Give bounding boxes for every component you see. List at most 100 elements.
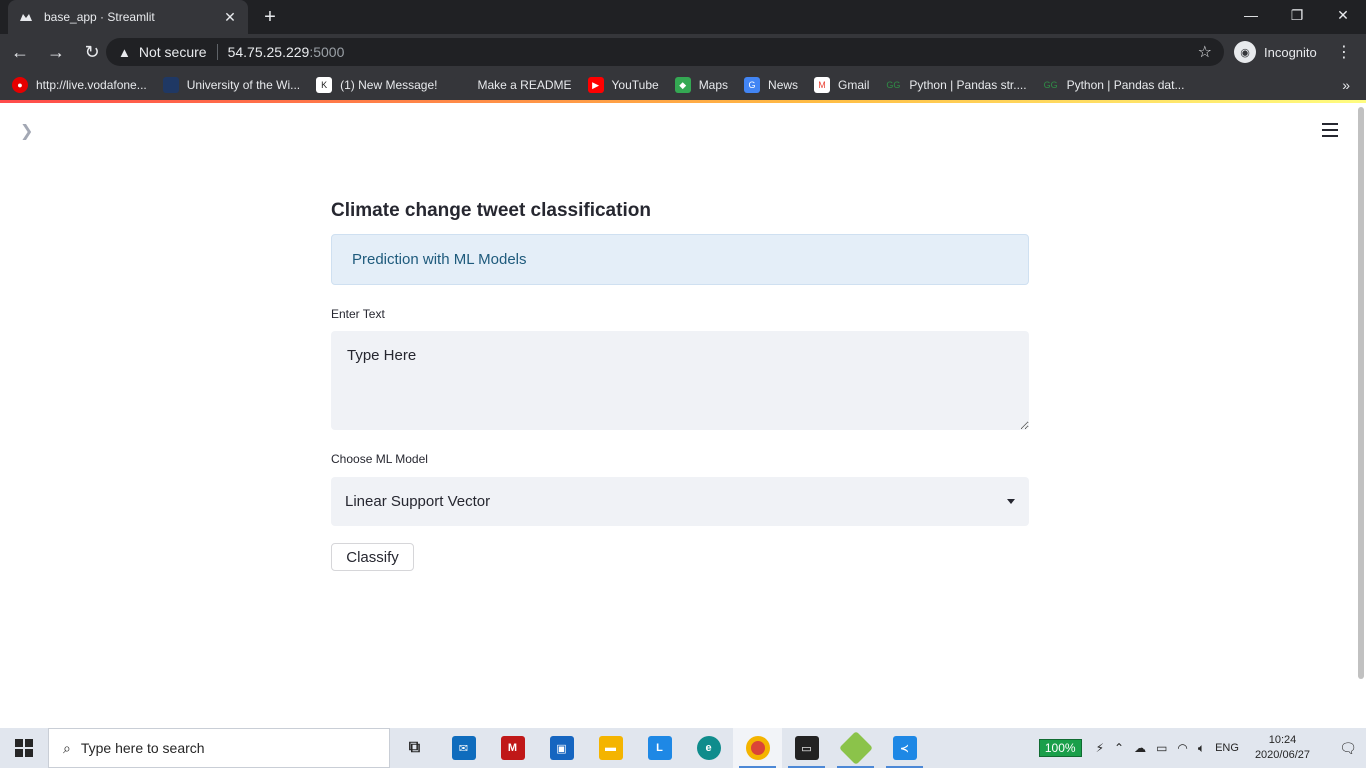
bookmark-label: http://live.vodafone... (36, 78, 147, 92)
file-explorer-icon[interactable]: ▬ (586, 728, 635, 768)
windows-taskbar: ⌕ Type here to search ⧉ ✉ M ▣ ▬ L e ▭ ≺ … (0, 728, 1366, 768)
url-host: 54.75.25.229 (227, 44, 310, 60)
clock[interactable]: 10:24 2020/06/27 (1255, 733, 1310, 763)
chevron-right-icon[interactable]: ❯ (20, 121, 33, 141)
search-icon: ⌕ (63, 739, 71, 756)
info-banner: Prediction with ML Models (331, 234, 1029, 285)
git-icon[interactable] (831, 728, 880, 768)
bookmark-label: Python | Pandas dat... (1066, 78, 1185, 92)
bookmark-item[interactable]: M Gmail (814, 77, 869, 93)
readme-icon (453, 77, 470, 93)
edge-icon[interactable]: e (684, 728, 733, 768)
model-select[interactable]: Linear Support Vector (331, 477, 1029, 526)
url-port: :5000 (309, 44, 345, 60)
task-view-icon[interactable]: ⧉ (390, 728, 439, 768)
classify-button[interactable]: Classify (331, 543, 414, 571)
incognito-indicator[interactable]: ◉ Incognito (1234, 39, 1317, 65)
model-select-value: Linear Support Vector (345, 493, 491, 510)
streamlit-icon (18, 9, 34, 25)
bookmark-star-icon[interactable]: ☆ (1198, 42, 1212, 62)
new-tab-button[interactable]: + (258, 5, 282, 29)
tab-close-icon[interactable]: ✕ (222, 9, 238, 26)
vodafone-icon: ● (12, 77, 28, 93)
taskbar-search-input[interactable]: ⌕ Type here to search (48, 728, 390, 768)
forward-arrow-icon[interactable]: → (40, 36, 72, 68)
bookmark-label: Make a README (477, 78, 572, 92)
bookmarks-bar: ● http://live.vodafone... University of t… (0, 70, 1366, 100)
caret-down-icon (1007, 499, 1015, 504)
restore-icon[interactable]: ❐ (1274, 0, 1320, 30)
window-close-icon[interactable]: ✕ (1320, 0, 1366, 30)
gfg-icon: GG (1043, 80, 1058, 90)
bookmark-item[interactable]: Make a README (453, 77, 572, 93)
incognito-label: Incognito (1264, 44, 1317, 60)
university-icon (162, 77, 179, 93)
battery-icon[interactable]: ▭ (1156, 741, 1167, 755)
mail-icon[interactable]: ✉ (439, 728, 488, 768)
bookmark-label: Gmail (838, 78, 870, 92)
browser-toolbar: ← → ↻ ▲ Not secure 54.75.25.229 :5000 ☆ … (0, 34, 1366, 70)
back-arrow-icon[interactable]: ← (4, 36, 36, 68)
terminal-icon[interactable]: ▭ (782, 728, 831, 768)
browser-tab[interactable]: base_app · Streamlit ✕ (8, 0, 248, 34)
volume-icon[interactable]: 🔈︎ (1198, 741, 1205, 756)
search-placeholder: Type here to search (80, 740, 205, 756)
l-app-icon[interactable]: L (635, 728, 684, 768)
mcafee-icon[interactable]: M (488, 728, 537, 768)
browser-titlebar: base_app · Streamlit ✕ + — ❐ ✕ (0, 0, 1366, 34)
window-controls: — ❐ ✕ (1228, 0, 1366, 34)
bookmark-label: University of the Wi... (186, 78, 301, 92)
youtube-icon: ▶ (587, 77, 604, 93)
divider (216, 44, 218, 60)
bookmark-item[interactable]: G News (744, 77, 798, 93)
text-input-label: Enter Text (331, 307, 385, 321)
chevron-up-icon[interactable]: ⌃ (1114, 741, 1124, 755)
bookmark-label: News (768, 78, 799, 92)
system-tray: 100% ⚡ ⌃ ☁ ▭ ◠ 🔈︎ ENG 10:24 2020/06/27 🗨… (1038, 728, 1366, 768)
notification-icon[interactable]: 🗨︎ (1330, 740, 1366, 757)
bookmark-item[interactable]: K (1) New Message! (316, 77, 438, 93)
wifi-icon[interactable]: ◠ (1177, 741, 1187, 755)
clock-date: 2020/06/27 (1254, 749, 1310, 761)
bookmark-item[interactable]: ● http://live.vodafone... (12, 77, 147, 93)
kebab-menu-icon[interactable]: ⋮ (1336, 42, 1352, 62)
scrollbar[interactable] (1358, 107, 1364, 679)
windows-start-icon[interactable] (0, 728, 48, 768)
store-icon[interactable]: ▣ (537, 728, 586, 768)
bookmark-item[interactable]: GG Python | Pandas dat... (1043, 77, 1185, 93)
warning-icon[interactable]: ▲ (118, 45, 131, 60)
bookmark-item[interactable]: ◆ Maps (674, 77, 729, 93)
text-input-area[interactable]: Type Here (331, 331, 1029, 430)
bookmark-label: Python | Pandas str.... (909, 78, 1027, 92)
info-text: Prediction with ML Models (352, 251, 527, 268)
incognito-icon: ◉ (1234, 41, 1256, 63)
security-label[interactable]: Not secure (139, 44, 207, 60)
battery-indicator[interactable]: 100% (1038, 739, 1082, 757)
clock-time: 10:24 (1268, 734, 1297, 746)
news-icon: G (744, 77, 761, 93)
tab-title: base_app · Streamlit (44, 10, 155, 24)
bookmark-item[interactable]: GG Python | Pandas str.... (885, 77, 1026, 93)
maps-icon: ◆ (674, 77, 691, 93)
language-indicator[interactable]: ENG (1215, 742, 1239, 754)
bookmark-label: YouTube (611, 78, 659, 92)
minimize-icon[interactable]: — (1228, 0, 1274, 30)
onedrive-icon[interactable]: ☁ (1134, 741, 1146, 755)
vscode-icon[interactable]: ≺ (880, 728, 929, 768)
address-bar[interactable]: ▲ Not secure 54.75.25.229 :5000 ☆ (106, 38, 1224, 66)
chevron-double-right-icon[interactable]: » (1342, 77, 1350, 93)
hamburger-menu-icon[interactable] (1322, 123, 1338, 137)
page-title: Climate change tweet classification (331, 200, 651, 221)
power-plug-icon[interactable]: ⚡ (1096, 741, 1104, 755)
gmail-icon: M (814, 77, 831, 93)
model-select-label: Choose ML Model (331, 452, 428, 466)
bookmark-item[interactable]: ▶ YouTube (587, 77, 659, 93)
bookmark-item[interactable]: University of the Wi... (162, 77, 301, 93)
bookmark-label: Maps (698, 78, 729, 92)
bookmark-label: (1) New Message! (340, 78, 438, 92)
streamlit-app: ❯ Climate change tweet classification Pr… (0, 103, 1366, 728)
gfg-icon: GG (886, 80, 901, 90)
reload-icon[interactable]: ↻ (76, 36, 108, 68)
k-icon: K (316, 77, 333, 93)
chrome-icon[interactable] (733, 728, 782, 768)
